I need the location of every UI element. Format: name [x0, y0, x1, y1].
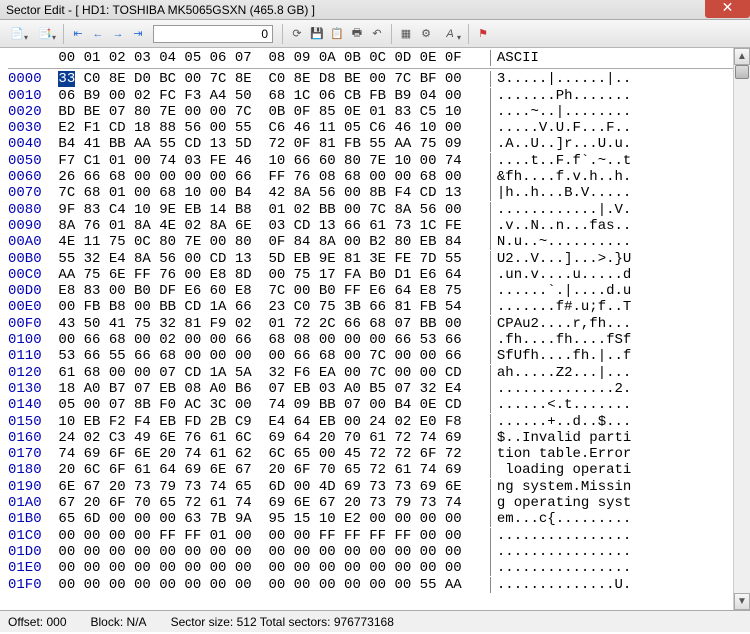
sector-input[interactable]: 0 — [153, 25, 273, 43]
sectorsize-label: Sector size: — [171, 615, 234, 629]
block-label: Block: — [91, 615, 124, 629]
hex-grid[interactable]: 00 01 02 03 04 05 06 07 08 09 0A 0B 0C 0… — [0, 48, 733, 610]
nav-last-icon[interactable]: ⇥ — [129, 25, 147, 43]
nav-next-icon[interactable]: → — [109, 25, 127, 43]
nav-first-icon[interactable]: ⇤ — [69, 25, 87, 43]
vertical-scrollbar[interactable]: ▲ ▼ — [733, 48, 750, 610]
scroll-thumb[interactable] — [735, 65, 749, 79]
refresh-icon[interactable]: ⟳ — [288, 25, 306, 43]
save-icon[interactable]: 💾 — [308, 25, 326, 43]
block-value: N/A — [127, 615, 147, 629]
offset-value: 000 — [46, 615, 66, 629]
title-bar: Sector Edit - [ HD1: TOSHIBA MK5065GSXN … — [0, 0, 750, 20]
font-dropdown[interactable]: A — [437, 25, 463, 43]
totalsectors-value: 976773168 — [334, 615, 394, 629]
copy-icon[interactable]: 📋 — [328, 25, 346, 43]
separator — [468, 24, 469, 44]
print-icon[interactable]: 🖶 — [348, 25, 366, 43]
scroll-down-icon[interactable]: ▼ — [734, 593, 750, 610]
separator — [391, 24, 392, 44]
separator — [63, 24, 64, 44]
close-button[interactable]: ✕ — [705, 0, 750, 18]
separator — [282, 24, 283, 44]
hex-editor: 00 01 02 03 04 05 06 07 08 09 0A 0B 0C 0… — [0, 48, 750, 610]
nav-prev-icon[interactable]: ← — [89, 25, 107, 43]
scroll-up-icon[interactable]: ▲ — [734, 48, 750, 65]
totalsectors-label: Total sectors: — [260, 615, 331, 629]
grid-icon[interactable]: ▦ — [397, 25, 415, 43]
undo-icon[interactable]: ↶ — [368, 25, 386, 43]
new-doc-dropdown[interactable]: 📄 — [4, 25, 30, 43]
view-dropdown[interactable]: 📑 — [32, 25, 58, 43]
gear-icon[interactable]: ⚙ — [417, 25, 435, 43]
flag-icon[interactable]: ⚑ — [474, 25, 492, 43]
status-bar: Offset: 000 Block: N/A Sector size: 512 … — [0, 610, 750, 632]
window-title: Sector Edit - [ HD1: TOSHIBA MK5065GSXN … — [6, 3, 315, 17]
offset-label: Offset: — [8, 615, 43, 629]
toolbar: 📄 📑 ⇤ ← → ⇥ 0 ⟳ 💾 📋 🖶 ↶ ▦ ⚙ A ⚑ — [0, 20, 750, 48]
sectorsize-value: 512 — [237, 615, 257, 629]
